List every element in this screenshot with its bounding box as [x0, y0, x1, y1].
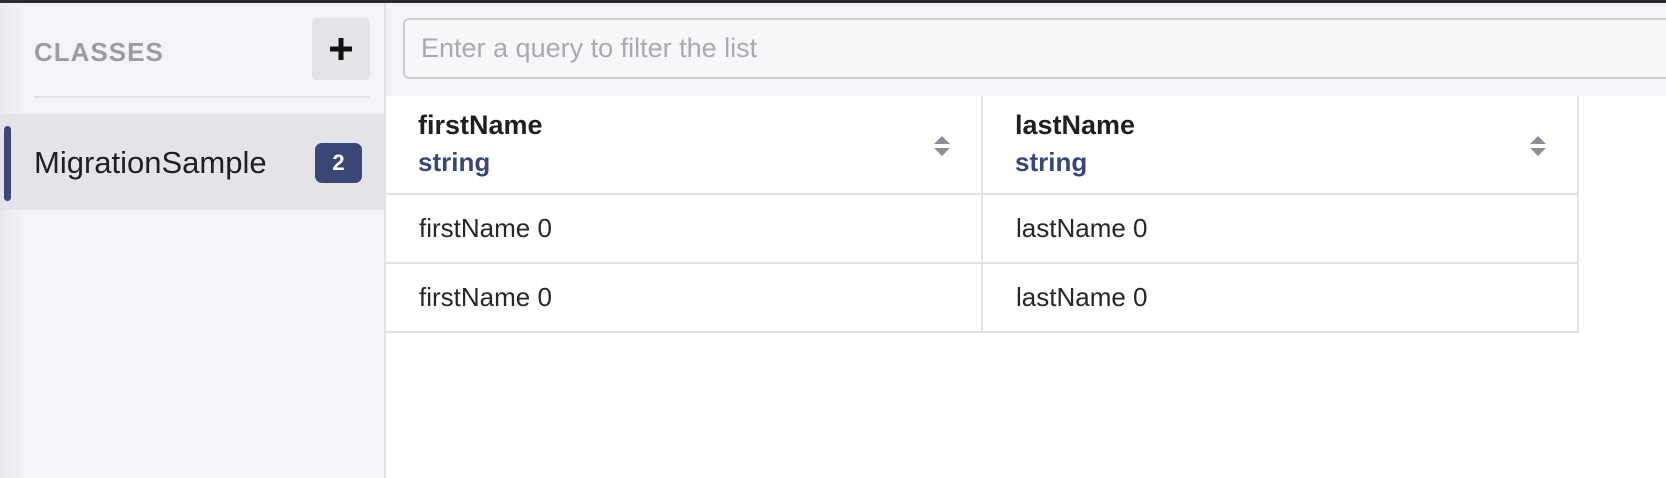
sort-icon[interactable]: [933, 135, 951, 157]
main-content: firstName string lastName string firstNa…: [386, 3, 1666, 478]
table-row[interactable]: firstName 0 lastName 0: [386, 262, 1579, 333]
add-class-button[interactable]: [312, 18, 370, 80]
column-type: string: [418, 147, 491, 177]
column-name: firstName: [418, 110, 543, 140]
sidebar-header: CLASSES: [0, 3, 384, 98]
table-row[interactable]: firstName 0 lastName 0: [386, 193, 1579, 264]
table-cell[interactable]: firstName 0: [386, 262, 983, 333]
filter-bar: [386, 3, 1666, 96]
filter-input[interactable]: [403, 18, 1666, 79]
class-label: MigrationSample: [34, 145, 267, 180]
sidebar-item-migrationsample[interactable]: MigrationSample 2: [0, 114, 384, 210]
column-header-firstname[interactable]: firstName string: [386, 96, 983, 195]
sidebar-title: CLASSES: [34, 37, 164, 67]
table-header-row: firstName string lastName string: [386, 96, 1579, 195]
plus-icon: [330, 38, 352, 60]
sidebar: CLASSES MigrationSample 2: [0, 3, 386, 478]
sidebar-divider: [34, 96, 370, 98]
sort-icon[interactable]: [1529, 135, 1547, 157]
column-name: lastName: [1015, 110, 1136, 140]
table-cell[interactable]: lastName 0: [981, 193, 1579, 264]
class-count-badge: 2: [315, 143, 362, 183]
table-cell[interactable]: firstName 0: [386, 193, 983, 264]
column-type: string: [1015, 147, 1088, 177]
data-table: firstName string lastName string firstNa…: [386, 96, 1579, 333]
selected-indicator: [4, 126, 11, 201]
table-cell[interactable]: lastName 0: [981, 262, 1579, 333]
column-header-lastname[interactable]: lastName string: [981, 96, 1579, 195]
